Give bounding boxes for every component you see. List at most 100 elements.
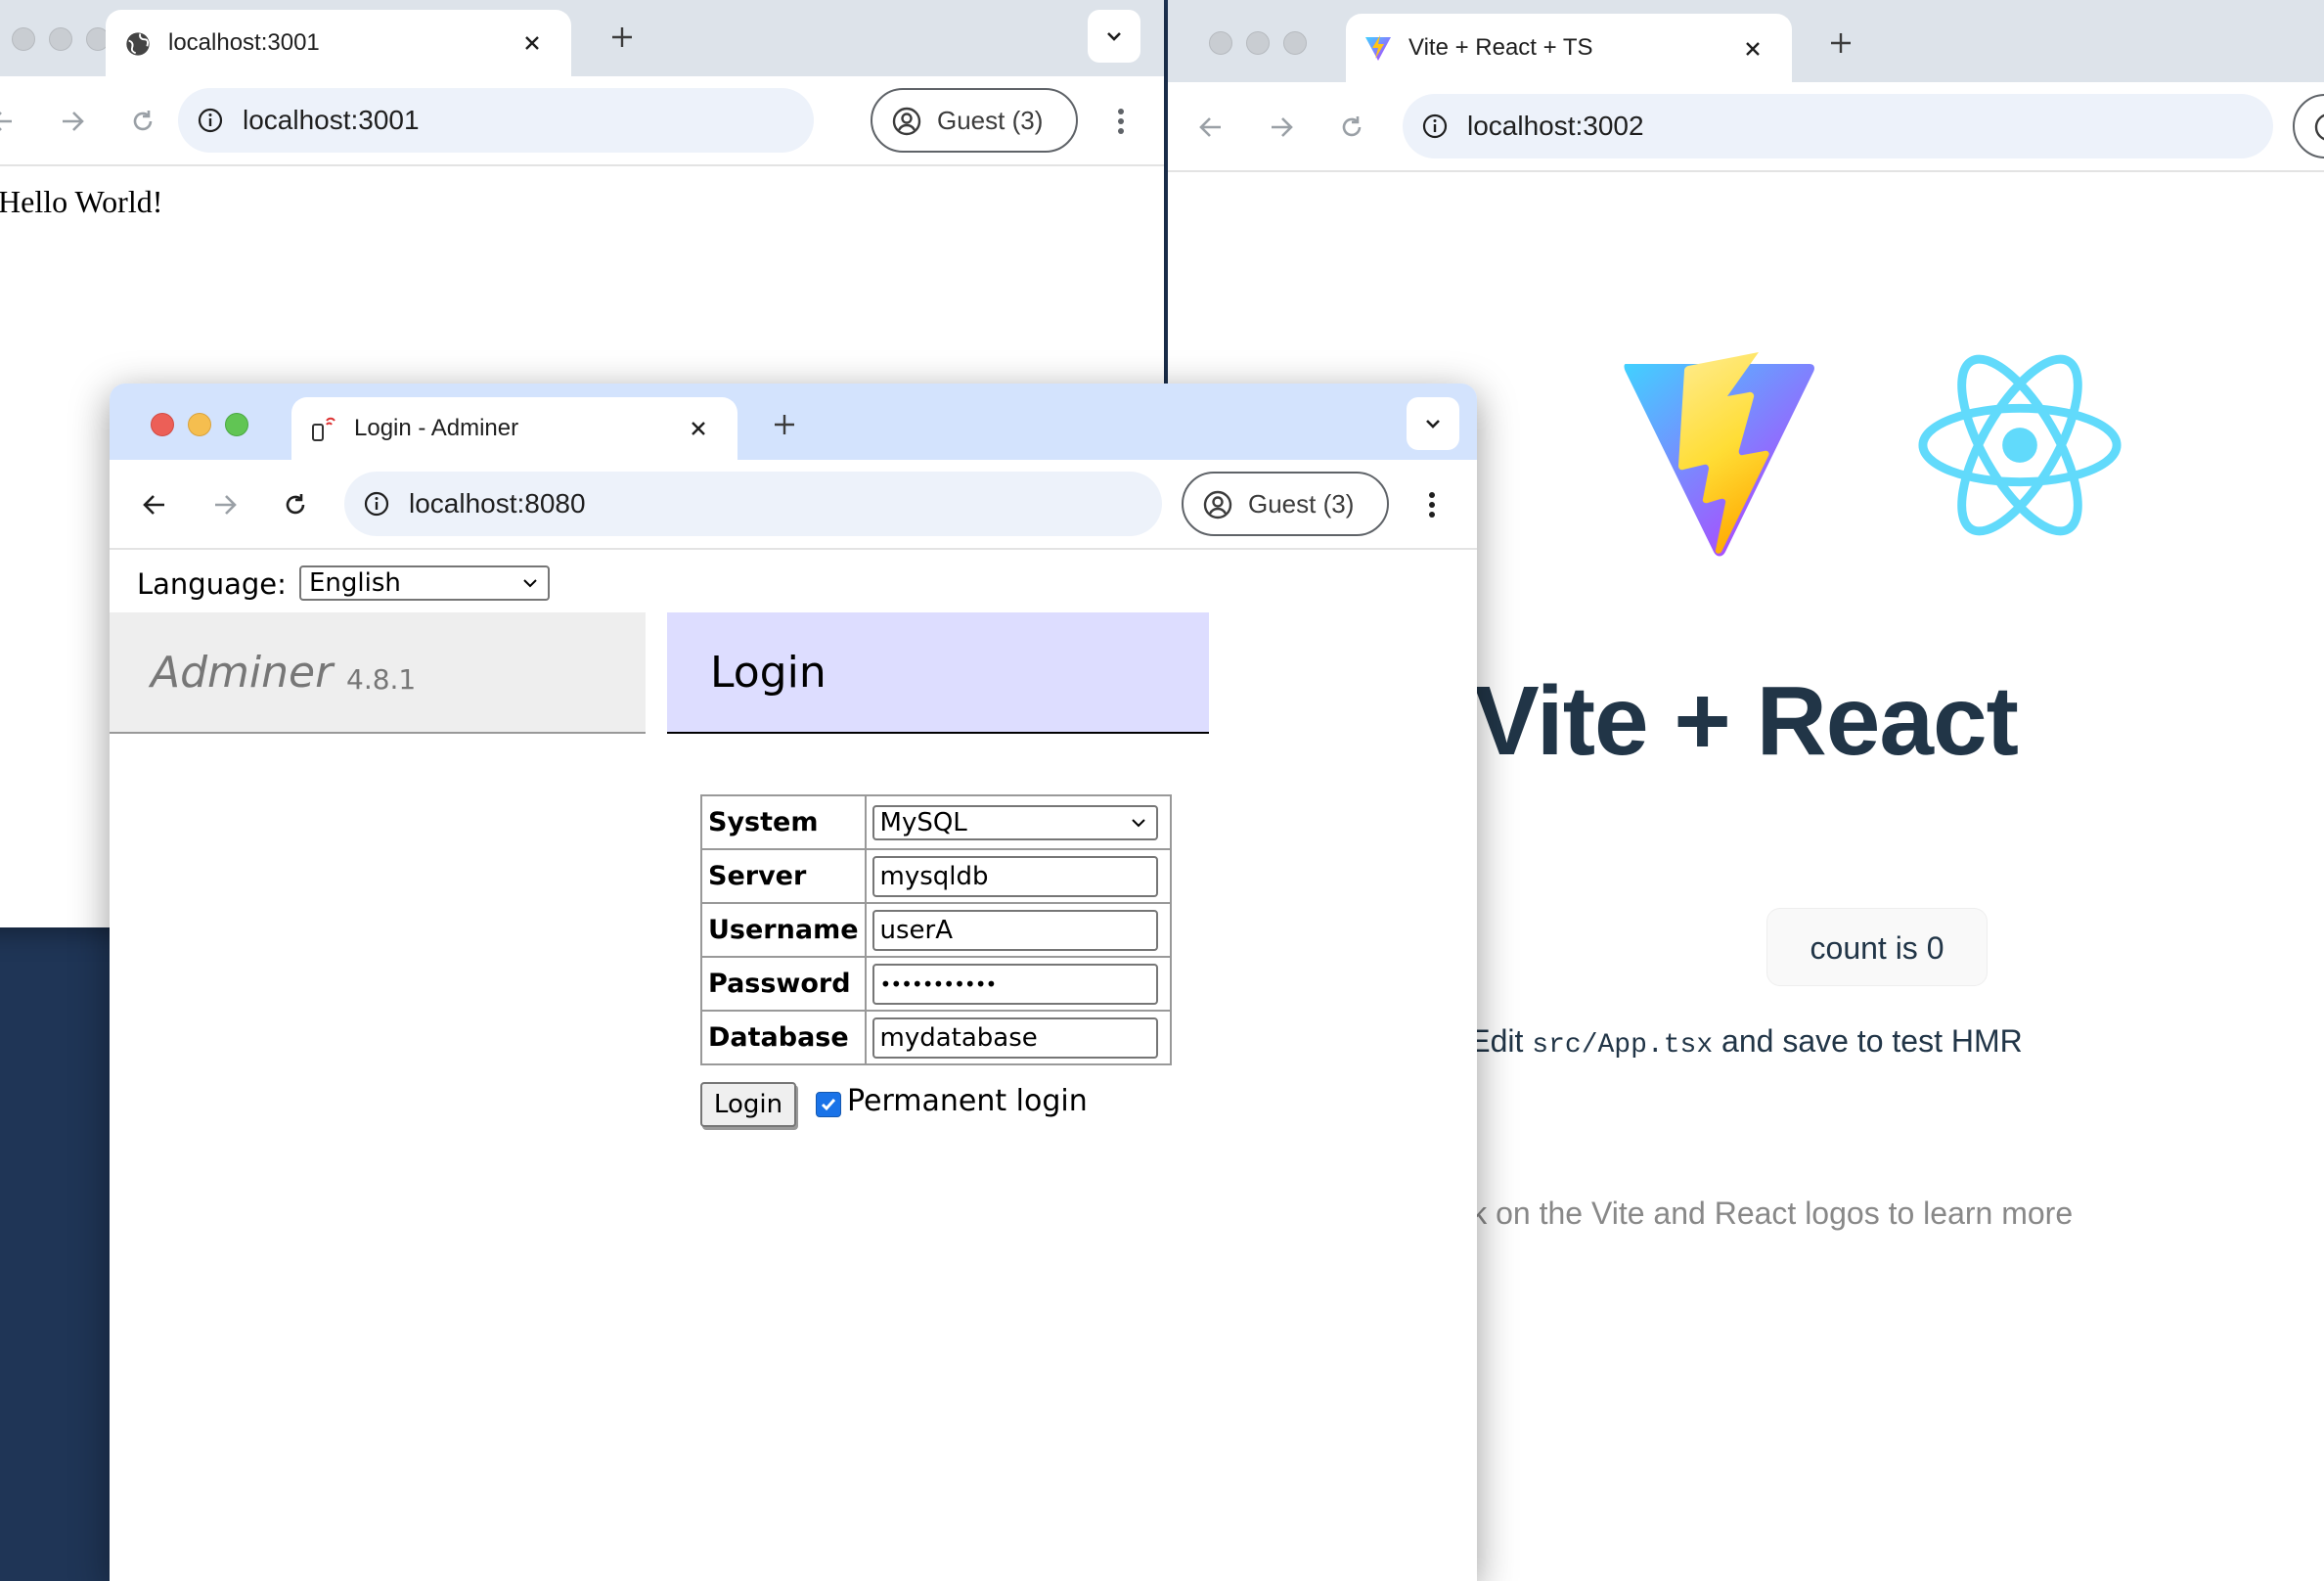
window-controls[interactable] — [151, 413, 248, 436]
tab-title: Vite + React + TS — [1408, 34, 1593, 61]
username-cell: userA — [864, 902, 1172, 958]
close-window-button[interactable] — [151, 413, 174, 436]
page-content: Language: English Adminer 4.8.1 Login Sy… — [110, 550, 1477, 1581]
profile-button[interactable] — [2293, 94, 2324, 158]
vite-logo-icon[interactable] — [1624, 352, 1815, 558]
tab-title: Login - Adminer — [354, 415, 519, 441]
username-label: Username — [700, 902, 867, 958]
profile-button[interactable]: Guest (3) — [871, 88, 1078, 153]
profile-icon — [1201, 488, 1234, 521]
close-window-button[interactable] — [12, 27, 35, 51]
system-value: MySQL — [879, 807, 967, 837]
back-arrow-icon[interactable] — [133, 483, 176, 526]
chevron-down-icon — [523, 579, 537, 588]
reload-icon[interactable] — [274, 483, 317, 526]
url-text: localhost:3002 — [1467, 111, 1644, 141]
vite-favicon-icon — [1363, 33, 1393, 63]
profile-button[interactable]: Guest (3) — [1182, 472, 1389, 536]
close-icon[interactable] — [514, 25, 550, 61]
permanent-login-checkbox[interactable] — [816, 1092, 841, 1117]
server-input[interactable]: mysqldb — [872, 855, 1158, 897]
back-arrow-icon[interactable] — [1189, 106, 1232, 149]
zoom-window-button[interactable] — [1283, 31, 1307, 55]
more-vert-icon[interactable] — [1099, 100, 1142, 143]
address-bar[interactable]: localhost:8080 — [344, 472, 1162, 536]
zoom-window-button[interactable] — [225, 413, 248, 436]
hmr-prefix: Edit — [1469, 1023, 1524, 1059]
chevron-down-icon[interactable] — [1088, 10, 1140, 63]
language-select[interactable]: English — [299, 565, 550, 601]
window-controls[interactable] — [12, 27, 110, 51]
server-cell: mysqldb — [864, 848, 1172, 904]
form-row-password: Password ••••••••••• — [700, 956, 1172, 1012]
adminer-version[interactable]: 4.8.1 — [346, 663, 416, 696]
close-window-button[interactable] — [1209, 31, 1232, 55]
adminer-brand-link[interactable]: Adminer — [151, 648, 333, 698]
login-form-table: System MySQL Server mysqldb Username use… — [700, 794, 1172, 1065]
globe-icon — [123, 29, 153, 59]
address-bar[interactable]: localhost:3001 — [178, 88, 814, 153]
form-row-server: Server mysqldb — [700, 848, 1172, 904]
tab-vite[interactable]: Vite + React + TS — [1346, 14, 1792, 82]
more-vert-icon[interactable] — [1410, 483, 1453, 526]
password-cell: ••••••••••• — [864, 956, 1172, 1012]
count-button[interactable]: count is 0 — [1766, 908, 1988, 986]
login-submit-button[interactable]: Login — [700, 1082, 796, 1127]
toolbar: localhost:8080 Guest (3) — [110, 460, 1477, 550]
plus-icon[interactable] — [1821, 23, 1860, 63]
form-row-username: Username userA — [700, 902, 1172, 958]
back-arrow-icon[interactable] — [0, 100, 23, 143]
reload-icon[interactable] — [1330, 106, 1373, 149]
tab-strip: localhost:3001 — [0, 0, 1164, 76]
url-text: localhost:8080 — [409, 488, 586, 519]
tab-strip: Vite + React + TS — [1168, 0, 2324, 82]
database-cell: mydatabase — [864, 1010, 1172, 1065]
minimize-window-button[interactable] — [1246, 31, 1270, 55]
language-value: English — [309, 568, 401, 598]
server-label: Server — [700, 848, 867, 904]
toolbar: localhost:3001 Guest (3) — [0, 76, 1164, 166]
password-label: Password — [700, 956, 867, 1012]
plus-icon[interactable] — [765, 405, 804, 444]
page-title: Login — [710, 648, 827, 698]
password-input[interactable]: ••••••••••• — [872, 963, 1158, 1005]
close-icon[interactable] — [1735, 31, 1770, 67]
adminer-menu: Adminer 4.8.1 — [110, 612, 646, 734]
hmr-suffix: and save to test HMR — [1721, 1023, 2023, 1059]
forward-arrow-icon[interactable] — [51, 100, 94, 143]
system-select[interactable]: MySQL — [872, 804, 1158, 840]
form-row-system: System MySQL — [700, 794, 1172, 850]
guest-label: Guest (3) — [1248, 489, 1355, 519]
close-icon[interactable] — [681, 411, 716, 446]
checkmark-icon — [821, 1099, 836, 1111]
info-icon[interactable] — [358, 485, 395, 522]
hmr-code: src/App.tsx — [1532, 1030, 1714, 1061]
system-cell: MySQL — [864, 794, 1172, 850]
hello-text: Hello World! — [0, 184, 163, 219]
reload-icon[interactable] — [121, 100, 164, 143]
database-input[interactable]: mydatabase — [872, 1016, 1158, 1059]
forward-arrow-icon[interactable] — [1260, 106, 1303, 149]
adminer-favicon-icon — [309, 415, 338, 444]
address-bar[interactable]: localhost:3002 — [1403, 94, 2273, 158]
plus-icon[interactable] — [603, 18, 642, 57]
info-icon[interactable] — [1416, 108, 1453, 145]
content-header: Login — [667, 612, 1209, 734]
tab-localhost-3001[interactable]: localhost:3001 — [106, 10, 571, 76]
language-label: Language: — [137, 567, 287, 601]
permanent-login-label[interactable]: Permanent login — [847, 1084, 1088, 1118]
minimize-window-button[interactable] — [49, 27, 72, 51]
minimize-window-button[interactable] — [188, 413, 211, 436]
forward-arrow-icon[interactable] — [203, 483, 246, 526]
chevron-down-icon[interactable] — [1407, 397, 1459, 450]
window-controls[interactable] — [1209, 31, 1307, 55]
tab-adminer[interactable]: Login - Adminer — [291, 397, 737, 460]
guest-label: Guest (3) — [937, 106, 1044, 135]
username-input[interactable]: userA — [872, 909, 1158, 951]
react-logo-icon[interactable] — [1913, 339, 2126, 552]
info-icon[interactable] — [192, 102, 229, 139]
profile-icon — [890, 105, 923, 138]
tab-strip: Login - Adminer — [110, 384, 1477, 460]
form-row-database: Database mydatabase — [700, 1010, 1172, 1065]
system-label: System — [700, 794, 867, 850]
